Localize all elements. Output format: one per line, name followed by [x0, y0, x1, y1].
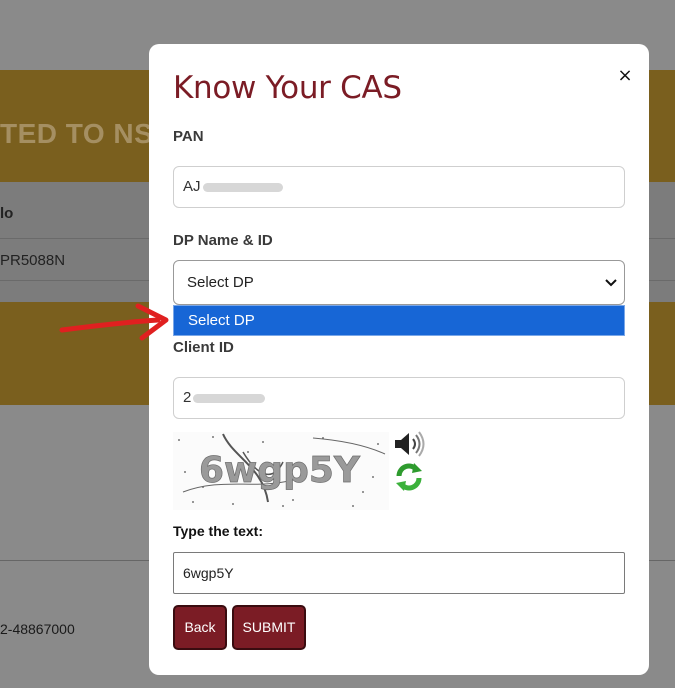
pan-input[interactable]: AJ: [173, 166, 625, 208]
pan-value: AJ: [183, 178, 201, 195]
dp-selected-value: Select DP: [187, 274, 254, 291]
redaction-mark: [193, 393, 266, 403]
type-text-label: Type the text:: [173, 523, 263, 539]
background-phone-number: 2-48867000: [0, 621, 75, 637]
pan-label: PAN: [173, 128, 204, 145]
close-button[interactable]: ×: [615, 66, 635, 86]
dp-label: DP Name & ID: [173, 232, 273, 249]
know-your-cas-modal: Know Your CAS × PAN AJ DP Name & ID Sele…: [149, 44, 649, 675]
back-button[interactable]: Back: [173, 605, 227, 650]
dp-select[interactable]: Select DP: [173, 260, 625, 305]
captcha-answer-input[interactable]: 6wgp5Y: [173, 552, 625, 594]
client-id-input[interactable]: 2: [173, 377, 625, 419]
background-column-header: lo: [0, 205, 14, 222]
modal-title: Know Your CAS: [173, 70, 402, 106]
chevron-down-icon: [605, 279, 617, 287]
background-banner-text: TED TO NSD: [0, 118, 175, 149]
dp-option-select-dp[interactable]: Select DP: [173, 305, 625, 336]
submit-button[interactable]: SUBMIT: [232, 605, 306, 650]
redaction-mark: [202, 182, 283, 192]
captcha-image: 6wgp5Y: [173, 432, 389, 510]
refresh-icon[interactable]: [392, 460, 426, 494]
client-id-label: Client ID: [173, 339, 234, 356]
speaker-icon[interactable]: [392, 429, 426, 459]
client-id-value: 2: [183, 389, 192, 406]
background-table-cell: PR5088N: [0, 252, 66, 269]
captcha-text: 6wgp5Y: [199, 450, 361, 491]
annotation-arrow-icon: [59, 303, 169, 341]
